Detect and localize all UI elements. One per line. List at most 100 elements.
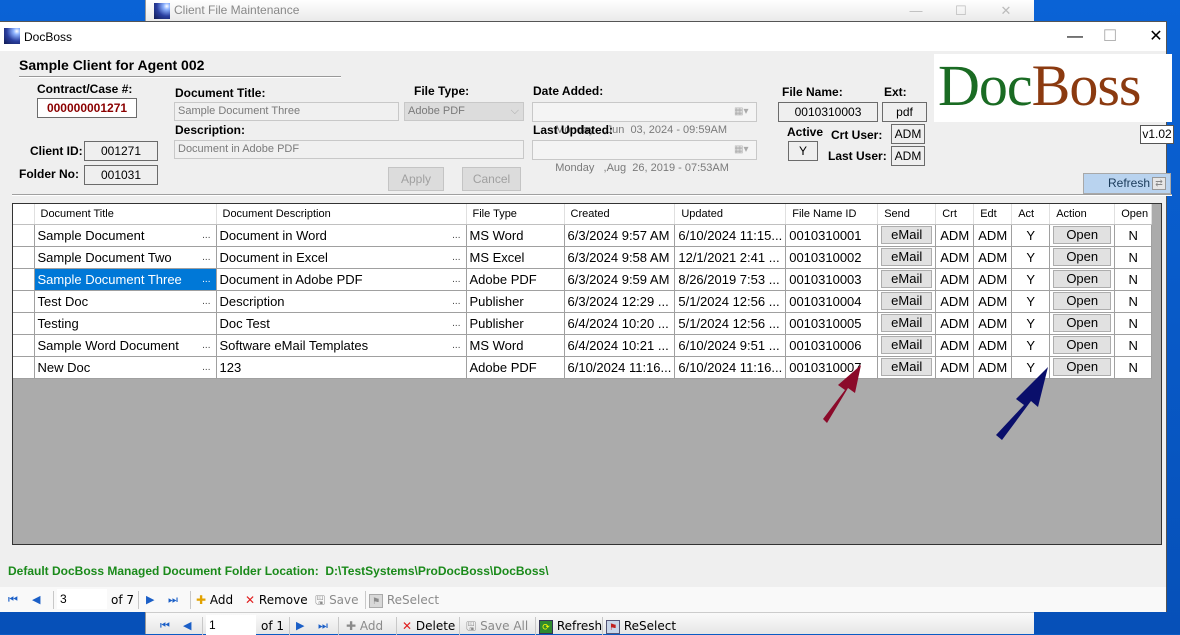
cell-act[interactable]: Y: [1011, 333, 1051, 357]
ellipsis-button[interactable]: ...: [452, 252, 460, 263]
move-next-icon[interactable]: ▶: [296, 617, 304, 635]
cell-open[interactable]: N: [1114, 223, 1153, 247]
cell-type[interactable]: MS Word: [465, 223, 565, 247]
open-button[interactable]: Open: [1053, 270, 1112, 288]
cell-type[interactable]: Publisher: [465, 311, 565, 335]
window-titlebar[interactable]: DocBoss — ☐ ✕: [0, 22, 1166, 51]
cell-send[interactable]: eMail: [877, 355, 937, 379]
move-previous-icon[interactable]: ◀: [183, 617, 191, 635]
table-row[interactable]: Sample Word Document... Software eMail Te…: [13, 333, 1153, 357]
cell-edt[interactable]: ADM: [973, 311, 1013, 335]
move-next-icon[interactable]: ▶: [146, 591, 154, 609]
column-header[interactable]: Document Description: [216, 204, 467, 225]
row-header[interactable]: [13, 333, 35, 357]
close-button[interactable]: ✕: [1133, 22, 1179, 51]
cell-action[interactable]: Open: [1049, 333, 1116, 357]
move-previous-icon[interactable]: ◀: [32, 591, 40, 609]
cell-act[interactable]: Y: [1011, 223, 1051, 247]
column-header[interactable]: Open: [1114, 204, 1153, 225]
cell-action[interactable]: Open: [1049, 289, 1116, 313]
email-button[interactable]: eMail: [881, 336, 933, 354]
row-header[interactable]: [13, 245, 35, 269]
table-row[interactable]: Sample Document Two... Document in Excel.…: [13, 245, 1153, 269]
cell-type[interactable]: Adobe PDF: [465, 355, 565, 379]
cell-act[interactable]: Y: [1011, 289, 1051, 313]
table-row[interactable]: Sample Document Three... Document in Adob…: [13, 267, 1153, 291]
cell-created[interactable]: 6/3/2024 9:59 AM: [563, 267, 676, 291]
column-header[interactable]: Created: [564, 204, 676, 225]
cell-edt[interactable]: ADM: [973, 245, 1013, 269]
back-refresh-button[interactable]: ⟳ Refresh: [539, 617, 602, 635]
cell-type[interactable]: Publisher: [465, 289, 565, 313]
ellipsis-button[interactable]: ...: [452, 230, 460, 241]
move-first-icon[interactable]: ⏮: [160, 617, 170, 635]
cell-desc[interactable]: 123: [215, 355, 467, 379]
back-position-input[interactable]: 1: [206, 615, 256, 635]
ellipsis-button[interactable]: ...: [202, 362, 210, 373]
cell-type[interactable]: Adobe PDF: [465, 267, 565, 291]
table-row[interactable]: New Doc... 123 Adobe PDF 6/10/2024 11:16...…: [13, 355, 1153, 379]
cell-type[interactable]: MS Excel: [465, 245, 565, 269]
cell-edt[interactable]: ADM: [973, 333, 1013, 357]
cell-file-id[interactable]: 0010310004: [785, 289, 879, 313]
file-type-select[interactable]: Adobe PDF ⌵: [404, 102, 524, 121]
cell-created[interactable]: 6/4/2024 10:21 ...: [563, 333, 676, 357]
cell-action[interactable]: Open: [1049, 311, 1116, 335]
cell-updated[interactable]: 8/26/2019 7:53 ...: [674, 267, 787, 291]
email-button[interactable]: eMail: [881, 226, 933, 244]
row-header[interactable]: [13, 311, 35, 335]
row-header[interactable]: [13, 355, 35, 379]
cell-open[interactable]: N: [1114, 289, 1153, 313]
cell-updated[interactable]: 5/1/2024 12:56 ...: [674, 311, 787, 335]
move-last-icon[interactable]: ⏭: [168, 591, 178, 609]
ellipsis-button[interactable]: ...: [452, 318, 460, 329]
cell-send[interactable]: eMail: [877, 311, 937, 335]
column-header[interactable]: Crt: [935, 204, 975, 225]
cell-title[interactable]: Testing: [33, 311, 217, 335]
cell-act[interactable]: Y: [1011, 311, 1051, 335]
document-title-input[interactable]: Sample Document Three: [174, 102, 399, 121]
cell-created[interactable]: 6/3/2024 9:58 AM: [563, 245, 676, 269]
move-first-icon[interactable]: ⏮: [8, 591, 18, 609]
date-added-picker[interactable]: Monday ,Jun 03, 2024 - 09:59AM ▦▾: [532, 102, 757, 136]
cell-updated[interactable]: 6/10/2024 11:15...: [674, 223, 787, 247]
ellipsis-button[interactable]: ...: [202, 230, 210, 241]
cell-desc[interactable]: Doc Test...: [215, 311, 467, 335]
cell-crt[interactable]: ADM: [935, 311, 975, 335]
email-button[interactable]: eMail: [881, 248, 933, 266]
cell-type[interactable]: MS Word: [465, 333, 565, 357]
cell-title[interactable]: Sample Document Three...: [33, 267, 217, 291]
open-button[interactable]: Open: [1053, 314, 1112, 332]
column-header[interactable]: Action: [1049, 204, 1116, 225]
cell-crt[interactable]: ADM: [935, 245, 975, 269]
cell-desc[interactable]: Document in Adobe PDF...: [215, 267, 467, 291]
column-header[interactable]: File Name ID: [785, 204, 879, 225]
cell-send[interactable]: eMail: [877, 333, 937, 357]
cell-action[interactable]: Open: [1049, 267, 1116, 291]
cell-title[interactable]: Sample Document...: [33, 223, 217, 247]
save-all-button[interactable]: 🖫 Save All: [466, 617, 528, 635]
cell-created[interactable]: 6/3/2024 12:29 ...: [563, 289, 676, 313]
cell-open[interactable]: N: [1114, 333, 1153, 357]
row-header[interactable]: [13, 267, 35, 291]
email-button[interactable]: eMail: [881, 270, 933, 288]
add-button[interactable]: ✚ Add: [196, 591, 233, 609]
cell-title[interactable]: Sample Word Document...: [33, 333, 217, 357]
cell-created[interactable]: 6/4/2024 10:20 ...: [563, 311, 676, 335]
table-row[interactable]: Testing Doc Test... Publisher 6/4/2024 10:2…: [13, 311, 1153, 335]
back-close-button[interactable]: ✕: [986, 0, 1026, 21]
save-button[interactable]: 🖫 Save: [315, 591, 359, 609]
row-header[interactable]: [13, 223, 35, 247]
cell-file-id[interactable]: 0010310003: [785, 267, 879, 291]
cell-updated[interactable]: 5/1/2024 12:56 ...: [674, 289, 787, 313]
cell-crt[interactable]: ADM: [935, 333, 975, 357]
ellipsis-button[interactable]: ...: [202, 296, 210, 307]
back-window-titlebar[interactable]: Client File Maintenance — ☐ ✕: [146, 0, 1034, 21]
cell-open[interactable]: N: [1114, 355, 1153, 379]
open-button[interactable]: Open: [1053, 248, 1112, 266]
back-maximize-button[interactable]: ☐: [941, 0, 981, 21]
cell-desc[interactable]: Description...: [215, 289, 467, 313]
cell-crt[interactable]: ADM: [935, 289, 975, 313]
cell-title[interactable]: Test Doc...: [33, 289, 217, 313]
cell-open[interactable]: N: [1114, 267, 1153, 291]
